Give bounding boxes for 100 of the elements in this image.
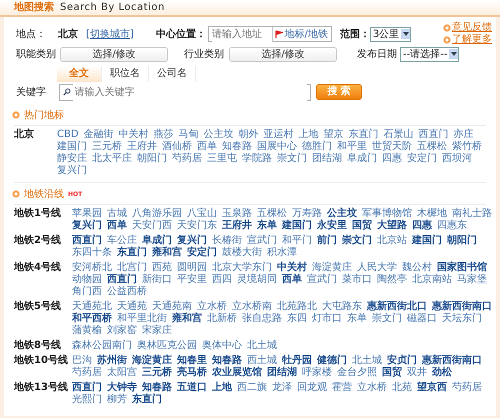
station-link[interactable]: 积水潭	[267, 247, 297, 259]
station-link[interactable]: 北苑路北	[277, 301, 317, 313]
landmark-button[interactable]: 地标/地铁	[272, 26, 328, 42]
landmark-link[interactable]: 亦庄	[454, 129, 474, 141]
station-link[interactable]: 劲松	[432, 367, 452, 379]
station-link[interactable]: 回龙观	[297, 382, 327, 394]
station-link[interactable]: 大望路	[377, 220, 407, 232]
station-link[interactable]: 西土城	[247, 355, 277, 367]
station-link[interactable]: 复兴门	[72, 220, 102, 232]
station-link[interactable]: 柳芳	[107, 394, 127, 406]
landmark-link[interactable]: 金融街	[84, 129, 114, 141]
landmark-link[interactable]: 四惠	[382, 153, 402, 165]
station-link[interactable]: 天坛东门	[442, 313, 482, 325]
landmark-link[interactable]: 中关村	[118, 129, 149, 141]
station-link[interactable]: 霍营	[332, 382, 352, 394]
station-link[interactable]: 光熙门	[72, 394, 102, 406]
station-link[interactable]: 牡丹园	[282, 355, 312, 367]
station-link[interactable]: 西直门	[107, 274, 137, 286]
station-link[interactable]: 天安门西	[132, 220, 172, 232]
station-link[interactable]: 西苑	[152, 262, 172, 274]
landmark-link[interactable]: 崇文门	[277, 153, 307, 165]
station-link[interactable]: 四惠东	[437, 220, 467, 232]
station-link[interactable]: 苹果园	[72, 208, 102, 220]
station-link[interactable]: 公益西桥	[107, 286, 147, 298]
station-link[interactable]: 天安门东	[177, 220, 217, 232]
station-link[interactable]: 天通苑南	[152, 301, 192, 313]
station-link[interactable]: 立水桥	[357, 382, 387, 394]
station-link[interactable]: 前门	[317, 235, 337, 247]
station-link[interactable]: 和平里北街	[117, 313, 167, 325]
landmark-link[interactable]: 马甸	[178, 129, 199, 141]
station-link[interactable]: 八角游乐园	[132, 208, 182, 220]
station-link[interactable]: 公主坟	[327, 208, 357, 220]
help-link[interactable]: 意见反馈	[443, 22, 492, 34]
landmark-link[interactable]: 安定门	[407, 153, 437, 165]
station-link[interactable]: 安贞门	[387, 355, 417, 367]
station-link[interactable]: 圆明园	[177, 262, 207, 274]
station-link[interactable]: 北土城	[247, 340, 277, 352]
station-link[interactable]: 奥体中心	[202, 340, 242, 352]
landmark-link[interactable]: 亚运村	[264, 129, 294, 141]
landmark-link[interactable]: 石景山	[384, 129, 414, 141]
landmark-link[interactable]: 和平里	[337, 141, 367, 153]
station-link[interactable]: 陶然亭	[377, 274, 407, 286]
landmark-link[interactable]: 紫竹桥	[452, 141, 482, 153]
landmark-link[interactable]: 世贸天阶	[372, 141, 412, 153]
station-link[interactable]: 大钟寺	[107, 382, 137, 394]
station-link[interactable]: 芍药居	[72, 367, 102, 379]
station-link[interactable]: 朝阳门	[447, 235, 477, 247]
station-link[interactable]: 万寿路	[292, 208, 322, 220]
landmark-link[interactable]: 西直门	[418, 129, 449, 141]
landmark-link[interactable]: 西单	[197, 141, 217, 153]
range-select[interactable]: 3公里	[370, 26, 412, 42]
station-link[interactable]: 南礼士路	[452, 208, 492, 220]
station-link[interactable]: 玉泉路	[222, 208, 252, 220]
station-link[interactable]: 刘家窑	[107, 325, 137, 337]
station-link[interactable]: 奥林匹克公园	[137, 340, 197, 352]
date-select[interactable]: --请选择--	[400, 46, 460, 62]
station-link[interactable]: 上地	[212, 382, 232, 394]
station-link[interactable]: 灯市口	[312, 313, 342, 325]
landmark-link[interactable]: 静安庄	[57, 153, 87, 165]
station-link[interactable]: 八宝山	[187, 208, 217, 220]
station-link[interactable]: 四惠	[412, 220, 432, 232]
station-link[interactable]: 农业展览馆	[212, 367, 262, 379]
station-link[interactable]: 蒲黄榆	[72, 325, 102, 337]
station-link[interactable]: 角门西	[72, 286, 102, 298]
station-link[interactable]: 海淀黄庄	[132, 355, 172, 367]
station-link[interactable]: 建国门	[412, 235, 442, 247]
station-link[interactable]: 军事博物馆	[362, 208, 412, 220]
station-link[interactable]: 五棵松	[257, 208, 287, 220]
station-link[interactable]: 北京大学东门	[212, 262, 272, 274]
station-link[interactable]: 雍和宫	[172, 313, 202, 325]
landmark-link[interactable]: 酒仙桥	[162, 141, 192, 153]
station-link[interactable]: 北京站	[377, 235, 407, 247]
station-link[interactable]: 东单	[257, 220, 277, 232]
landmark-link[interactable]: 三里屯	[207, 153, 237, 165]
station-link[interactable]: 新街口	[142, 274, 172, 286]
station-link[interactable]: 张自忠路	[242, 313, 282, 325]
station-link[interactable]: 立水桥	[197, 301, 227, 313]
station-link[interactable]: 安定门	[187, 247, 217, 259]
station-link[interactable]: 北京南站	[412, 274, 452, 286]
station-link[interactable]: 双井	[407, 367, 427, 379]
station-link[interactable]: 惠新西街南口	[422, 355, 482, 367]
station-link[interactable]: 长椿街	[212, 235, 242, 247]
station-link[interactable]: 健德门	[317, 355, 347, 367]
station-link[interactable]: 雍和宫	[152, 247, 182, 259]
station-link[interactable]: 东四十条	[72, 247, 112, 259]
station-link[interactable]: 崇文门	[372, 313, 402, 325]
station-link[interactable]: 平安里	[177, 274, 207, 286]
landmark-link[interactable]: 五棵松	[417, 141, 447, 153]
station-link[interactable]: 菜市口	[342, 274, 372, 286]
station-link[interactable]: 天通苑	[117, 301, 147, 313]
station-link[interactable]: 西二旗	[237, 382, 267, 394]
landmark-link[interactable]: 国展中心	[257, 141, 297, 153]
station-link[interactable]: 知春路	[212, 355, 242, 367]
landmark-link[interactable]: 公主坟	[204, 129, 234, 141]
landmark-link[interactable]: 王府井	[127, 141, 157, 153]
station-link[interactable]: 森林公园南门	[72, 340, 132, 352]
landmark-link[interactable]: 上地	[298, 129, 319, 141]
landmark-link[interactable]: 望京	[324, 129, 344, 141]
station-link[interactable]: 天通苑北	[72, 301, 112, 313]
station-link[interactable]: 永安里	[317, 220, 347, 232]
